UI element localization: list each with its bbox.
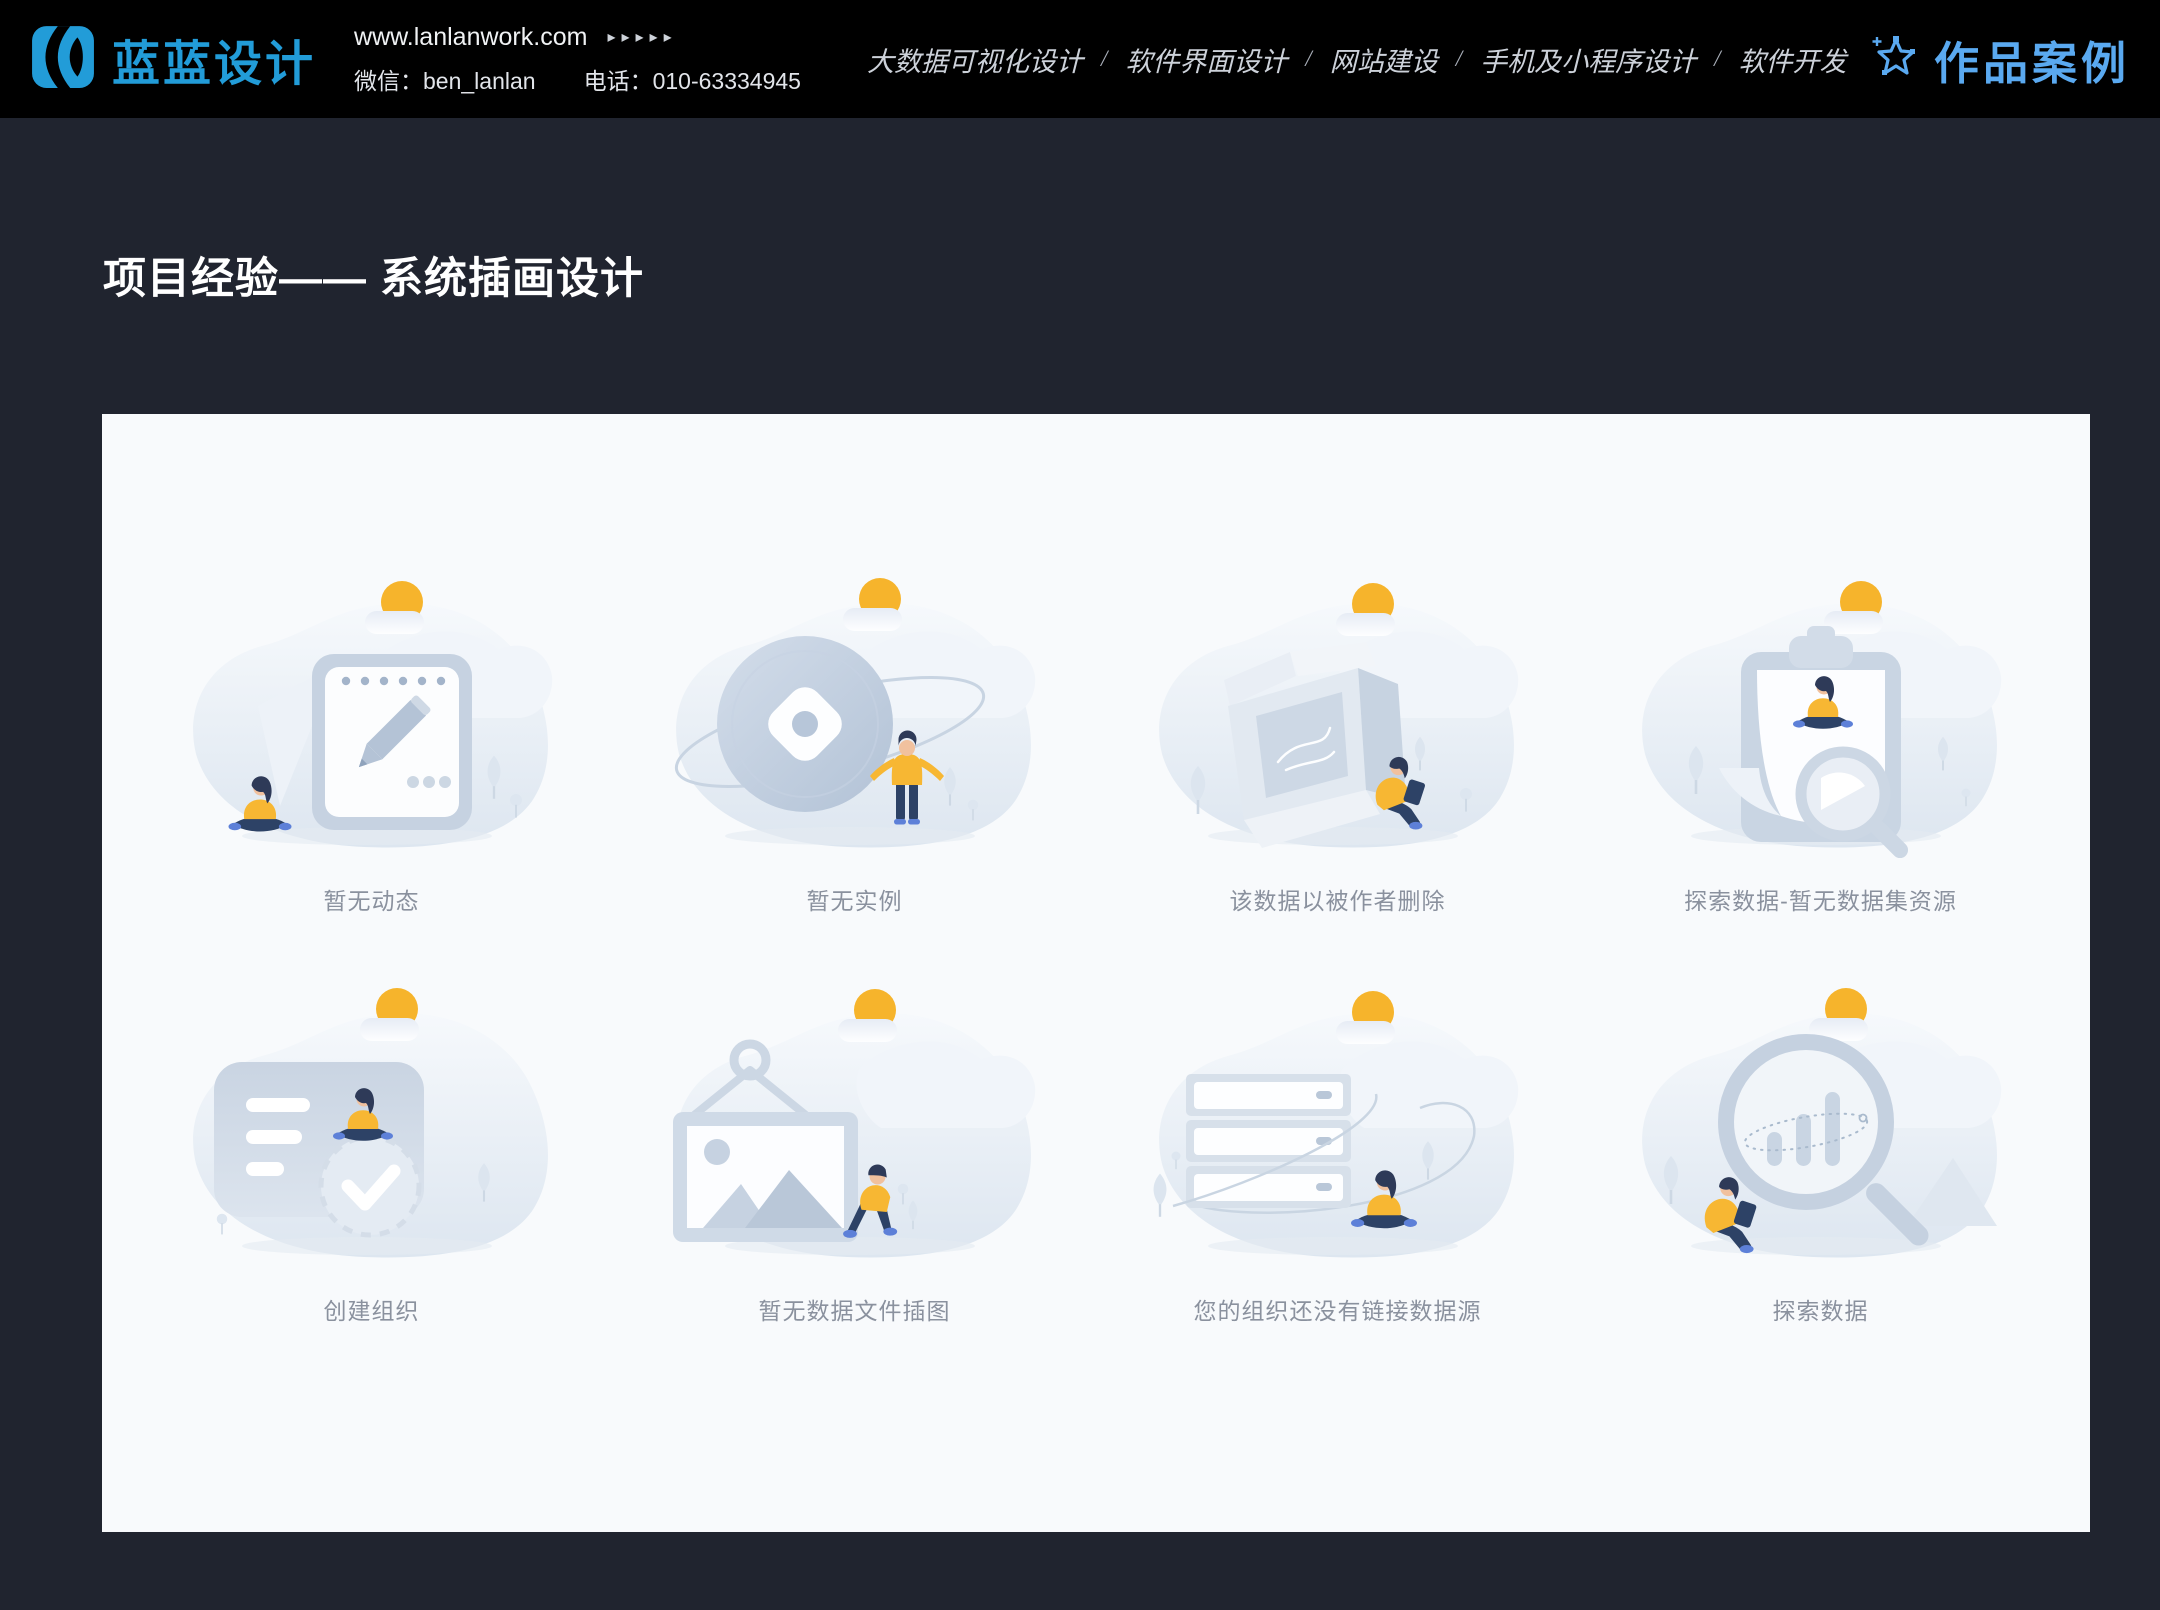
vector-star-icon (1870, 32, 1920, 87)
portfolio-link[interactable]: 作品案例 (1870, 27, 2130, 92)
gallery-tile: 暂无动态 (162, 564, 582, 916)
nav-separator: / (1101, 46, 1107, 72)
nav-item-4[interactable]: 软件开发 (1739, 40, 1847, 79)
gallery-grid: 暂无动态 暂无实例 该数据以被作者删除 (102, 414, 2090, 1326)
tile-caption: 探索数据 (1773, 1292, 1869, 1326)
compass-disc-illustration (645, 564, 1065, 864)
tile-caption: 暂无数据文件插图 (759, 1292, 951, 1326)
top-bar: 蓝蓝设计 www.lanlanwork.com ▸▸▸▸▸ 微信：ben_lan… (0, 0, 2160, 118)
nav-separator: / (1714, 46, 1720, 72)
gallery-tile: 您的组织还没有链接数据源 (1128, 974, 1548, 1326)
nav-item-2[interactable]: 网站建设 (1330, 40, 1438, 79)
brand-name: 蓝蓝设计 (112, 24, 316, 94)
illustration-card: 暂无动态 暂无实例 该数据以被作者删除 (102, 414, 2090, 1532)
list-check-badge-illustration (162, 974, 582, 1274)
nav-separator: / (1456, 46, 1462, 72)
tile-caption: 该数据以被作者删除 (1230, 882, 1446, 916)
gallery-tile: 暂无数据文件插图 (645, 974, 1065, 1326)
header-nav: 大数据可视化设计 / 软件界面设计 / 网站建设 / 手机及小程序设计 / 软件开发 (867, 40, 1847, 79)
gallery-tile: 探索数据 (1611, 974, 2031, 1326)
nav-item-1[interactable]: 软件界面设计 (1125, 40, 1287, 79)
clipboard-search-illustration (1611, 564, 2031, 864)
page-title: 项目经验—— 系统插画设计 (103, 244, 644, 306)
arrows-decoration: ▸▸▸▸▸ (607, 27, 677, 47)
phone-label: 电话：010-63334945 (584, 62, 801, 96)
empty-box-illustration (1128, 564, 1548, 864)
tile-caption: 暂无实例 (807, 882, 903, 916)
gallery-tile: 该数据以被作者删除 (1128, 564, 1548, 916)
server-stack-illustration (1128, 974, 1548, 1274)
logo[interactable]: 蓝蓝设计 (30, 24, 316, 95)
gallery-tile: 暂无实例 (645, 564, 1065, 916)
portfolio-label: 作品案例 (1934, 27, 2130, 92)
tile-caption: 探索数据-暂无数据集资源 (1684, 882, 1957, 916)
tile-caption: 您的组织还没有链接数据源 (1194, 1292, 1482, 1326)
website-url[interactable]: www.lanlanwork.com (354, 23, 587, 52)
tile-caption: 暂无动态 (324, 882, 420, 916)
contact-block: www.lanlanwork.com ▸▸▸▸▸ 微信：ben_lanlan 电… (354, 23, 801, 96)
nav-item-3[interactable]: 手机及小程序设计 (1480, 40, 1696, 79)
gallery-tile: 创建组织 (162, 974, 582, 1326)
nav-item-0[interactable]: 大数据可视化设计 (867, 40, 1083, 79)
gallery-tile: 探索数据-暂无数据集资源 (1611, 564, 2031, 916)
wechat-label: 微信：ben_lanlan (354, 62, 536, 96)
tile-caption: 创建组织 (324, 1292, 420, 1326)
notepad-pencil-illustration (162, 564, 582, 864)
chart-magnifier-illustration (1611, 974, 2031, 1274)
nav-separator: / (1305, 46, 1311, 72)
picture-frame-illustration (645, 974, 1065, 1274)
lanlan-logo-icon (30, 24, 96, 95)
